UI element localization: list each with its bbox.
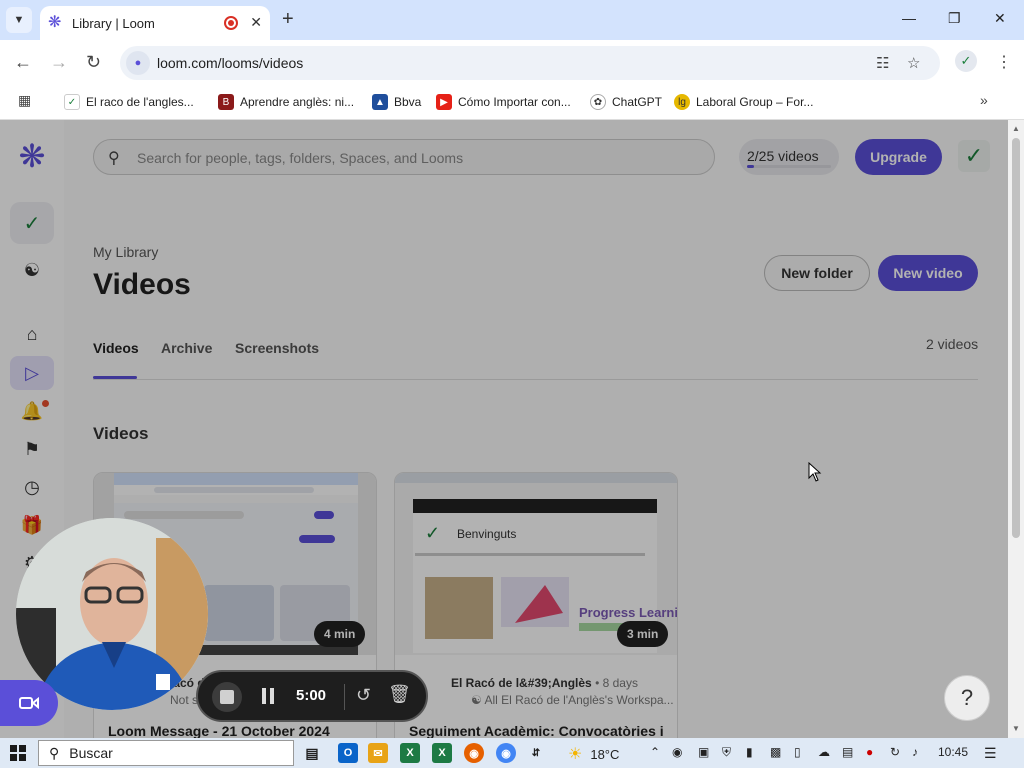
address-bar[interactable]: ● loom.com/looms/videos ☷ ☆ (120, 46, 940, 80)
scroll-up-icon[interactable]: ▲ (1012, 124, 1020, 133)
bookmark-label: Laboral Group – For... (696, 95, 814, 109)
bookmark-star-icon[interactable]: ☆ (907, 54, 920, 72)
translate-icon[interactable]: ☷ (876, 54, 889, 72)
taskbar-search-label: Buscar (69, 745, 113, 761)
restart-icon[interactable]: ↺ (356, 685, 371, 706)
chatgpt-icon: ✿ (590, 94, 606, 110)
checkmark-icon: ✓ (64, 94, 80, 110)
camera-toggle-button[interactable] (0, 680, 58, 726)
bookmark-item[interactable]: B Aprendre anglès: ni... (218, 94, 354, 110)
outlook-icon[interactable]: O (338, 743, 358, 763)
windows-taskbar: ⚲ Buscar ▤ O ✉ X X ◉ ◉ ⇵ ☀ 18°C ⌃ ◉ ▣ ⛨ … (0, 738, 1024, 768)
loom-favicon-icon: ❋ (48, 14, 62, 31)
trash-icon[interactable]: 🗑 (388, 684, 411, 705)
stop-recording-button[interactable] (212, 682, 242, 712)
scroll-down-icon[interactable]: ▼ (1012, 724, 1020, 733)
tab-close-icon[interactable]: ✕ (250, 14, 262, 31)
bookmark-item[interactable]: ✿ ChatGPT (590, 94, 662, 110)
volume-icon[interactable]: ♪ (912, 745, 918, 759)
control-divider (344, 684, 345, 710)
network-icon[interactable]: ▤ (842, 745, 853, 759)
excel-second-icon[interactable]: X (432, 743, 452, 763)
more-bookmarks-icon[interactable]: » (980, 92, 988, 108)
window-close-icon[interactable]: ✕ (994, 10, 1006, 27)
webcam-person-image (16, 518, 208, 710)
recording-timer: 5:00 (296, 687, 327, 704)
temperature: 18°C (590, 746, 620, 762)
bookmark-label: Cómo Importar con... (458, 95, 571, 109)
bookmarks-bar: ✓ El raco de l'angles... B Aprendre angl… (0, 86, 1024, 120)
recording-indicator-icon (224, 16, 238, 30)
tray-display-icon[interactable]: ▩ (770, 745, 781, 759)
browser-tab-loom[interactable]: ❋ Library | Loom ✕ (40, 6, 270, 40)
excel-icon[interactable]: X (400, 743, 420, 763)
webcam-bubble[interactable] (16, 518, 208, 710)
youtube-icon: ▶ (436, 94, 452, 110)
apps-grid-icon[interactable]: ▦ (18, 92, 31, 109)
tray-app-icon[interactable]: ◉ (672, 745, 682, 759)
tray-notification-app-icon[interactable]: ● (866, 745, 873, 759)
book-icon: B (218, 94, 234, 110)
bbva-logo-icon: ▲ (372, 94, 388, 110)
weather-sun-icon: ☀ (568, 746, 583, 763)
windows-start-icon[interactable] (10, 745, 26, 761)
lg-logo-icon: lg (674, 94, 690, 110)
taskbar-overflow-icon[interactable]: ⇵ (526, 743, 546, 763)
back-arrow-icon[interactable]: ← (14, 52, 32, 73)
taskbar-search-box[interactable]: ⚲ Buscar (38, 740, 294, 766)
chrome-icon[interactable]: ◉ (496, 743, 516, 763)
restore-icon[interactable]: ❐ (948, 10, 961, 27)
show-hidden-icons-icon[interactable]: ⌃ (650, 745, 660, 759)
browser-toolbar: ← → ↻ ● loom.com/looms/videos ☷ ☆ (0, 40, 1024, 86)
tray-cloud-icon[interactable]: ☁ (818, 745, 830, 759)
tray-shield-icon[interactable]: ⛨ (722, 745, 731, 760)
bookmark-item[interactable]: ▲ Bbva (372, 94, 421, 110)
microphone-icon[interactable]: ▮ (746, 745, 753, 759)
weather-widget[interactable]: ☀ 18°C (568, 744, 619, 764)
tray-sync-icon[interactable]: ↻ (890, 745, 900, 759)
chevron-down-icon: ▼ (13, 14, 25, 26)
bookmark-item[interactable]: ▶ Cómo Importar con... (436, 94, 571, 110)
bookmark-label: ChatGPT (612, 95, 663, 109)
video-camera-icon (19, 696, 39, 710)
bookmark-label: Bbva (394, 95, 422, 109)
address-url[interactable]: loom.com/looms/videos (157, 55, 303, 71)
forward-arrow-icon[interactable]: → (50, 52, 68, 73)
bookmark-item[interactable]: lg Laboral Group – For... (674, 94, 813, 110)
pause-icon[interactable] (262, 688, 274, 704)
recording-control-bar: 5:00 ↺ 🗑 (196, 670, 428, 722)
site-info-icon[interactable]: ● (126, 51, 150, 75)
browser-menu-icon[interactable]: ⋮ (996, 52, 1012, 72)
mail-icon[interactable]: ✉ (368, 743, 388, 763)
browser-title-bar: ▼ ❋ Library | Loom ✕ + — ❐ ✕ (0, 0, 1024, 40)
bookmark-item[interactable]: ✓ El raco de l'angles... (64, 94, 194, 110)
notification-center-icon[interactable]: ☰ (984, 745, 997, 762)
tab-search-button[interactable]: ▼ (6, 7, 32, 33)
bookmark-label: El raco de l'angles... (86, 95, 194, 109)
tab-title: Library | Loom (72, 15, 155, 31)
firefox-icon[interactable]: ◉ (464, 743, 484, 763)
usb-icon[interactable]: ▯ (794, 745, 801, 759)
task-view-icon[interactable]: ▤ (302, 743, 322, 763)
page-scrollbar[interactable]: ▲ ▼ (1008, 120, 1024, 738)
help-button[interactable]: ? (944, 675, 990, 721)
search-icon: ⚲ (49, 744, 60, 761)
minimize-icon[interactable]: — (902, 10, 916, 26)
tray-camera-icon[interactable]: ▣ (698, 745, 709, 759)
bookmark-label: Aprendre anglès: ni... (240, 95, 355, 109)
clock-time[interactable]: 10:45 (938, 745, 968, 759)
reload-icon[interactable]: ↻ (86, 52, 101, 73)
scroll-thumb[interactable] (1012, 138, 1020, 538)
new-tab-button[interactable]: + (282, 8, 294, 31)
profile-avatar[interactable]: ✓ (955, 50, 977, 72)
mouse-cursor-icon (808, 462, 822, 482)
